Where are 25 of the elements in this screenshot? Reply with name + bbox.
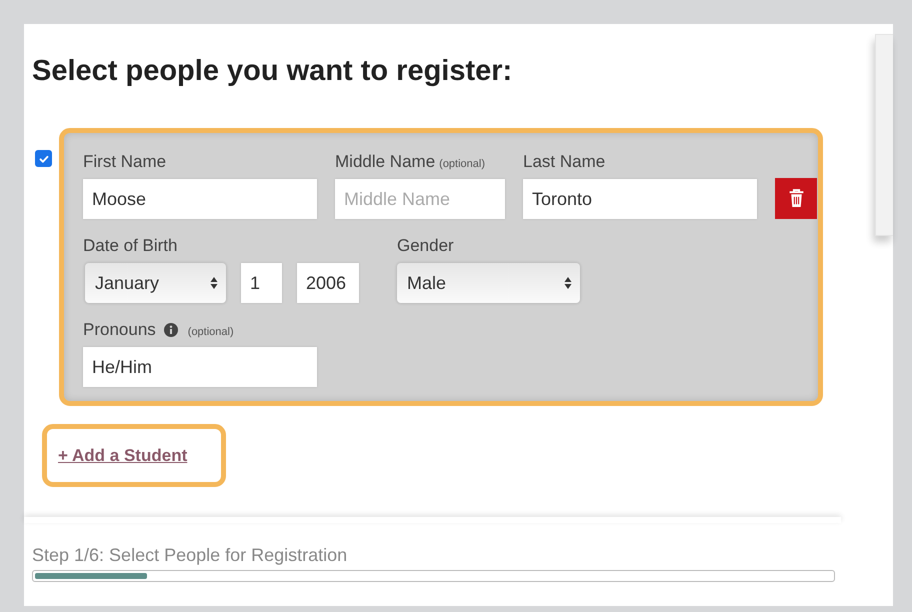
pronouns-field[interactable]: He/Him [83, 347, 317, 387]
field-label: First Name [83, 151, 168, 173]
last-name-field[interactable]: Toronto [523, 179, 757, 219]
middle-name-field[interactable]: Middle Name [335, 179, 505, 219]
gender-select[interactable]: Male [397, 263, 580, 303]
field-label: Gender [397, 235, 455, 257]
field-label: Last Name [523, 151, 606, 173]
year-field[interactable]: 2006 [297, 263, 359, 303]
delete-button[interactable] [775, 178, 817, 219]
select-arrows-icon [210, 276, 218, 290]
page-heading: Select people you want to register: [32, 54, 514, 88]
month-select[interactable]: January [85, 263, 226, 303]
optional-note: (optional) [439, 158, 486, 170]
field-label: Pronouns [83, 319, 156, 341]
optional-note: (optional) [188, 326, 234, 338]
day-field[interactable]: 1 [241, 263, 282, 303]
add-student-link[interactable]: + Add a Student [58, 446, 188, 466]
step-text: Step 1/6: Select People for Registration [32, 545, 348, 566]
trash-icon [788, 189, 804, 208]
field-label: Date of Birth [83, 235, 178, 257]
field-label: Middle Name [335, 151, 436, 173]
checkbox[interactable] [35, 150, 52, 167]
info-icon[interactable] [164, 323, 178, 337]
select-arrows-icon [564, 276, 572, 290]
first-name-field[interactable]: Moose [83, 179, 317, 219]
